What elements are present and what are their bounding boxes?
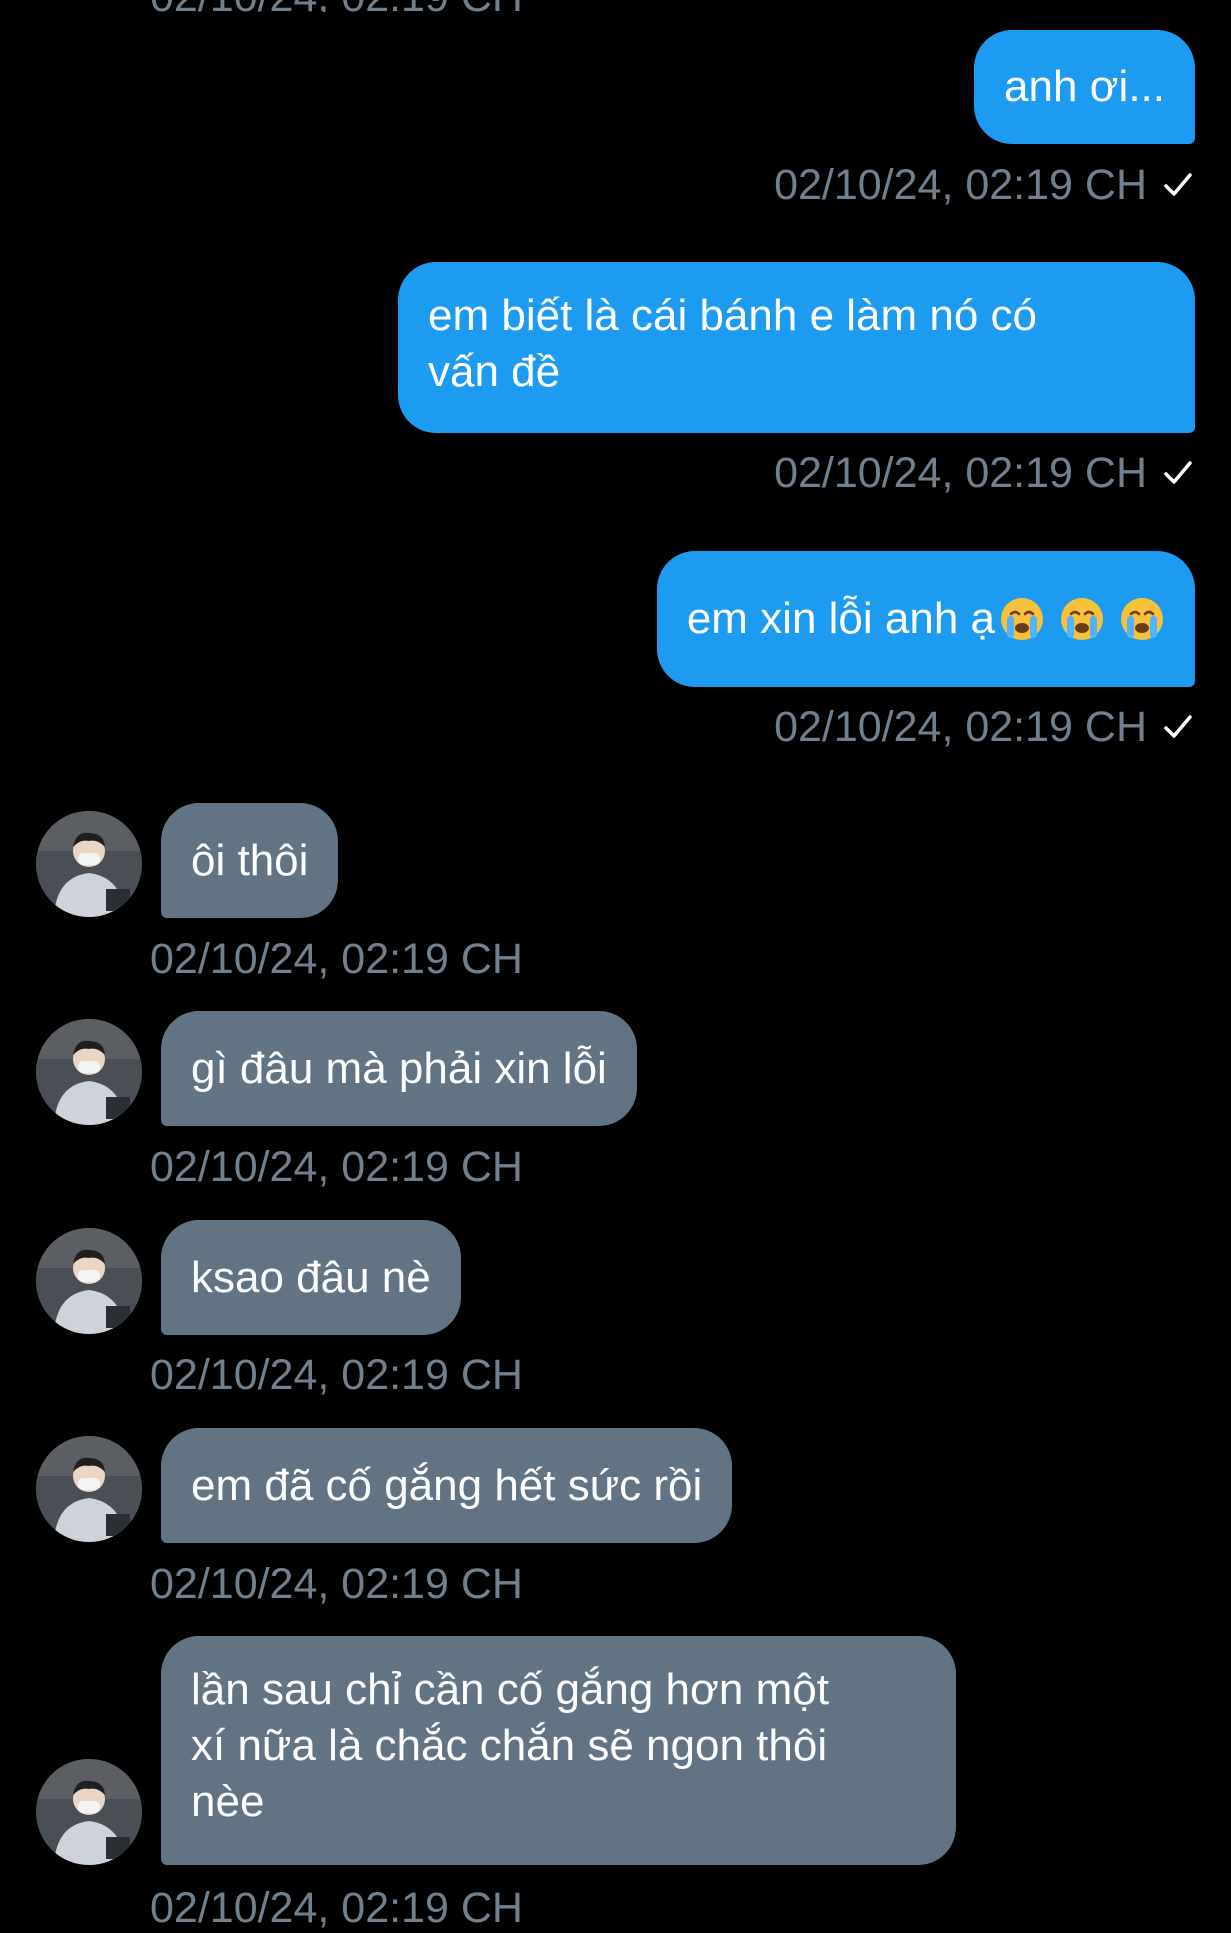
message-text: ôi thôi: [191, 835, 309, 885]
crying-face-icon: [1001, 598, 1043, 640]
message-timestamp: 02/10/24, 02:19 CH: [150, 1884, 523, 1932]
message-timestamp: 02/10/24, 02:19 CH: [150, 1560, 523, 1608]
message-meta: 02/10/24, 02:19 CH: [774, 160, 1195, 210]
message-text: gì đâu mà phải xin lỗi: [191, 1043, 607, 1093]
message-text-line: xí nữa là chắc chắn sẽ ngon thôi: [191, 1721, 828, 1770]
message-text-line: vấn đề: [428, 347, 561, 396]
avatar[interactable]: [36, 1436, 142, 1542]
crying-face-icon: [1121, 598, 1163, 640]
message-text-line: lần sau chỉ cần cố gắng hơn một: [191, 1665, 829, 1714]
outgoing-message-bubble[interactable]: anh ơi...: [974, 30, 1195, 144]
message-text: ksao đâu nè: [191, 1252, 431, 1302]
message-timestamp: 02/10/24, 02:19 CH: [774, 449, 1147, 497]
checkmark-icon: [1164, 173, 1192, 196]
outgoing-message-bubble[interactable]: em biết là cái bánh e làm nó có vấn đề: [398, 262, 1195, 433]
avatar[interactable]: [36, 1228, 142, 1334]
message-timestamp: 02/10/24, 02:19 CH: [150, 0, 523, 12]
message-text-line: em biết là cái bánh e làm nó có: [428, 291, 1038, 340]
avatar-photo: [36, 811, 142, 917]
avatar[interactable]: [36, 1759, 142, 1865]
avatar-photo: [36, 1019, 142, 1125]
message-timestamp: 02/10/24, 02:19 CH: [150, 1351, 523, 1399]
avatar-photo: [36, 1228, 142, 1334]
message-timestamp: 02/10/24, 02:19 CH: [150, 1143, 523, 1191]
incoming-message-bubble[interactable]: em đã cố gắng hết sức rồi: [161, 1428, 733, 1543]
incoming-message-bubble[interactable]: ôi thôi: [161, 803, 339, 918]
clipped-previous-meta: 02/10/24, 02:19 CH: [0, 0, 1231, 12]
incoming-message-bubble[interactable]: lần sau chỉ cần cố gắng hơn một xí nữa l…: [161, 1636, 956, 1865]
incoming-message-bubble[interactable]: gì đâu mà phải xin lỗi: [161, 1011, 637, 1126]
message-meta: 02/10/24, 02:19 CH: [774, 448, 1195, 498]
message-timestamp: 02/10/24, 02:19 CH: [774, 161, 1147, 209]
message-timestamp: 02/10/24, 02:19 CH: [774, 703, 1147, 751]
checkmark-icon: [1164, 461, 1192, 484]
crying-face-icon: [1061, 598, 1103, 640]
message-meta: 02/10/24, 02:19 CH: [774, 702, 1195, 752]
avatar[interactable]: [36, 811, 142, 917]
checkmark-icon: [1164, 715, 1192, 738]
message-timestamp: 02/10/24, 02:19 CH: [150, 935, 523, 983]
avatar-photo: [36, 1759, 142, 1865]
outgoing-message-bubble[interactable]: em xin lỗi anh ạ: [656, 551, 1195, 687]
avatar-photo: [36, 1436, 142, 1542]
avatar[interactable]: [36, 1019, 142, 1125]
message-text: em xin lỗi anh ạ: [686, 594, 995, 643]
message-text: em đã cố gắng hết sức rồi: [191, 1460, 703, 1510]
incoming-message-bubble[interactable]: ksao đâu nè: [161, 1220, 461, 1335]
message-text: anh ơi...: [1004, 62, 1165, 111]
message-text-line: nèe: [191, 1777, 265, 1826]
